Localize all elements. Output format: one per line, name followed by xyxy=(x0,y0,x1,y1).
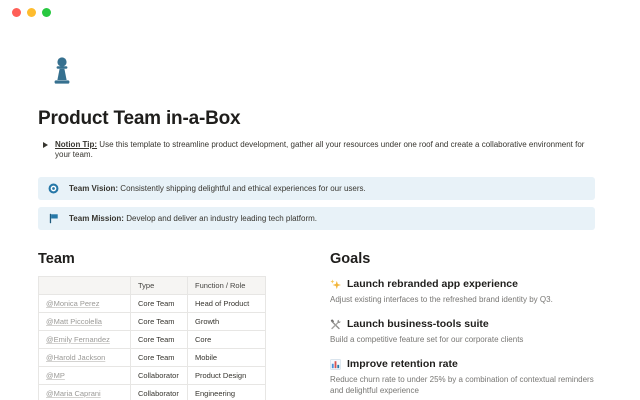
notion-tip-text: Notion Tip: Use this template to streaml… xyxy=(55,140,585,159)
team-vision-callout: Team Vision: Consistently shipping delig… xyxy=(38,177,595,200)
pawn-icon[interactable] xyxy=(50,56,74,86)
table-row: @Monica Perez Core Team Head of Product xyxy=(38,294,266,313)
goal-item-retention: Improve retention rate Reduce churn rate… xyxy=(330,358,595,396)
window-controls xyxy=(12,8,51,17)
table-header-row: Type Function / Role xyxy=(38,276,266,295)
team-heading: Team xyxy=(38,251,75,267)
person-mention[interactable]: @Monica Perez xyxy=(46,299,99,308)
team-section: Team Type Function / Role @Monica Perez … xyxy=(38,251,266,400)
goals-heading: Goals xyxy=(330,251,371,267)
person-mention[interactable]: @Maria Caprani xyxy=(46,389,101,398)
table-row: @Harold Jackson Core Team Mobile xyxy=(38,348,266,367)
header-cell-type: Type xyxy=(130,276,188,295)
sparkles-icon xyxy=(330,279,341,289)
goal-item-rebrand: Launch rebranded app experience Adjust e… xyxy=(330,278,595,305)
table-row: @Emily Fernandez Core Team Core xyxy=(38,330,266,349)
goal-title-text: Improve retention rate xyxy=(347,358,458,370)
person-mention[interactable]: @Emily Fernandez xyxy=(46,335,110,344)
header-cell-name xyxy=(38,276,131,295)
notion-tip-toggle: Notion Tip: Use this template to streaml… xyxy=(38,140,595,160)
team-mission-text: Team Mission: Develop and deliver an ind… xyxy=(69,213,317,223)
person-mention[interactable]: @Harold Jackson xyxy=(46,353,105,362)
flag-icon xyxy=(49,213,58,224)
toggle-triangle-icon[interactable] xyxy=(43,142,48,148)
goal-title-text: Launch rebranded app experience xyxy=(347,278,518,290)
person-mention[interactable]: @MP xyxy=(46,371,65,380)
close-button[interactable] xyxy=(12,8,21,17)
team-vision-text: Team Vision: Consistently shipping delig… xyxy=(69,183,366,193)
zoom-button[interactable] xyxy=(42,8,51,17)
goals-section: Goals Launch rebranded app experience Ad… xyxy=(330,251,595,400)
hammer-wrench-icon xyxy=(330,318,341,329)
team-mission-callout: Team Mission: Develop and deliver an ind… xyxy=(38,207,595,230)
goal-title-text: Launch business-tools suite xyxy=(347,318,489,330)
minimize-button[interactable] xyxy=(27,8,36,17)
person-mention[interactable]: @Matt Piccolella xyxy=(46,317,102,326)
table-row: @Matt Piccolella Core Team Growth xyxy=(38,312,266,331)
page-title: Product Team in-a-Box xyxy=(38,108,241,129)
goal-description: Adjust existing interfaces to the refres… xyxy=(330,295,553,304)
goal-description: Reduce churn rate to under 25% by a comb… xyxy=(330,375,594,395)
bar-chart-icon xyxy=(330,358,341,370)
team-table: Type Function / Role @Monica Perez Core … xyxy=(38,276,266,400)
notion-page: Product Team in-a-Box Notion Tip: Use th… xyxy=(0,0,640,400)
target-icon xyxy=(48,183,59,194)
table-row: @MP Collaborator Product Design xyxy=(38,366,266,385)
goal-item-business-tools: Launch business-tools suite Build a comp… xyxy=(330,318,595,345)
header-cell-function: Function / Role xyxy=(187,276,266,295)
goal-description: Build a competitive feature set for our … xyxy=(330,335,524,344)
table-row: @Maria Caprani Collaborator Engineering xyxy=(38,384,266,400)
